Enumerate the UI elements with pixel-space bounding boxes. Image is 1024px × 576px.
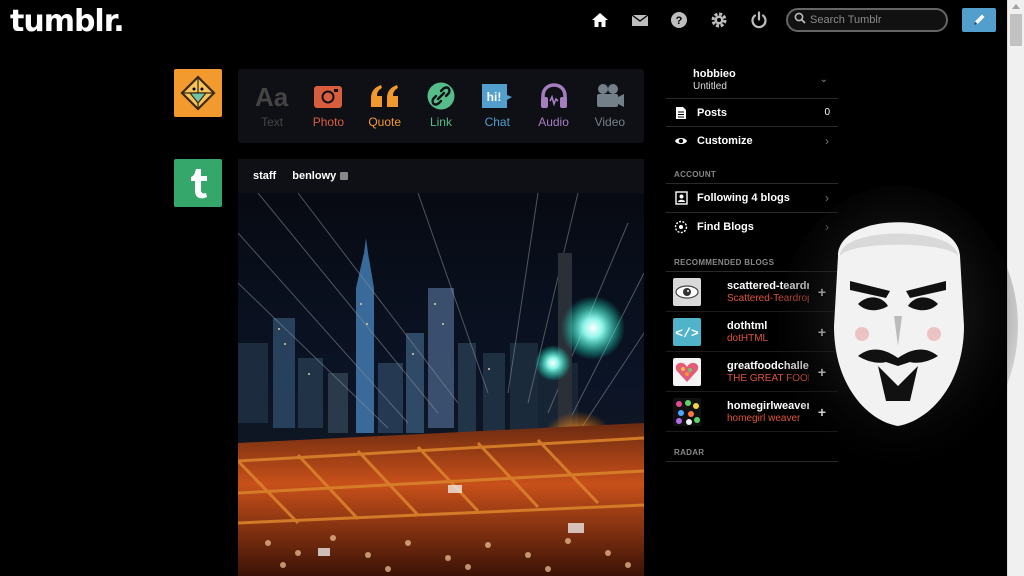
svg-text:Aa: Aa xyxy=(255,83,289,109)
quote-icon xyxy=(369,81,401,111)
power-icon[interactable] xyxy=(750,11,768,29)
blog-name[interactable]: homegirlweaver xyxy=(727,400,809,412)
sidebar-item-label: Customize xyxy=(697,134,753,147)
svg-text:</>: </> xyxy=(675,326,699,341)
help-icon[interactable]: ? xyxy=(670,11,688,29)
compose-button[interactable] xyxy=(962,8,996,32)
blog-name[interactable]: dothtml xyxy=(727,320,809,332)
user-avatar[interactable] xyxy=(174,69,222,117)
scroll-up-arrow[interactable] xyxy=(1012,4,1020,9)
reblog-icon xyxy=(340,172,349,180)
blog-title: dotHTML xyxy=(727,332,769,344)
svg-text:hi!: hi! xyxy=(487,90,502,104)
right-sidebar: hobbieo Untitled ⌄ Posts 0 Customize › A… xyxy=(666,62,838,462)
blog-title: homegirl weaver xyxy=(727,412,801,424)
chat-icon: hi! xyxy=(481,81,513,111)
reblog-source-link[interactable]: benlowy xyxy=(292,170,336,182)
blog-title: Untitled xyxy=(693,81,727,92)
post-type-bar: Aa Text Photo Quote Link hi! Chat Audio xyxy=(238,69,644,143)
chevron-right-icon: › xyxy=(825,191,829,205)
blog-title: Scattered-Teardrops xyxy=(727,292,809,304)
blog-avatar[interactable] xyxy=(673,397,701,426)
video-camera-icon xyxy=(595,81,625,111)
search-input[interactable] xyxy=(810,14,940,26)
post-type-video[interactable]: Video xyxy=(582,81,638,143)
blog-name: hobbieo xyxy=(693,68,736,80)
page-scrollbar[interactable] xyxy=(1007,0,1024,576)
search-box[interactable] xyxy=(786,8,948,32)
post-type-text[interactable]: Aa Text xyxy=(244,81,300,143)
recommended-heading: RECOMMENDED BLOGS xyxy=(666,240,838,272)
recommended-blog[interactable]: </> dothtml dotHTML + xyxy=(666,312,838,352)
sidebar-item-find-blogs[interactable]: Find Blogs › xyxy=(666,212,838,240)
staff-avatar[interactable] xyxy=(174,159,222,207)
blog-avatar[interactable] xyxy=(673,277,701,306)
blog-name[interactable]: greatfoodchallenge xyxy=(727,360,809,372)
document-icon xyxy=(674,106,688,120)
camera-icon xyxy=(313,81,343,111)
tumblr-logo[interactable]: tumblr. xyxy=(10,4,125,39)
follow-plus-icon[interactable]: + xyxy=(818,324,826,340)
chevron-down-icon: ⌄ xyxy=(819,74,828,85)
post-author-link[interactable]: staff xyxy=(253,170,276,182)
text-icon: Aa xyxy=(255,81,289,111)
inbox-icon[interactable] xyxy=(631,11,649,29)
search-icon xyxy=(794,11,806,29)
blog-title: THE GREAT FOOD CHALLENGE xyxy=(727,372,809,384)
radar-heading: RADAR xyxy=(666,432,838,462)
post-type-audio[interactable]: Audio xyxy=(526,81,582,143)
post-type-photo[interactable]: Photo xyxy=(300,81,356,143)
post-type-quote[interactable]: Quote xyxy=(357,81,413,143)
scroll-thumb[interactable] xyxy=(1010,14,1022,46)
sidebar-item-label: Following 4 blogs xyxy=(697,192,790,204)
follow-plus-icon[interactable]: + xyxy=(818,364,826,380)
post-type-link[interactable]: Link xyxy=(413,81,469,143)
headphones-icon xyxy=(539,81,569,111)
link-icon xyxy=(427,81,455,111)
eye-icon xyxy=(674,134,688,148)
sidebar-item-label: Find Blogs xyxy=(697,220,754,233)
following-icon xyxy=(674,191,688,205)
home-icon[interactable] xyxy=(591,11,609,29)
chevron-right-icon: › xyxy=(825,219,829,234)
recommended-blog[interactable]: scattered-teardrops Scattered-Teardrops … xyxy=(666,272,838,312)
svg-text:?: ? xyxy=(676,15,683,27)
sidebar-item-posts[interactable]: Posts 0 xyxy=(666,98,838,126)
sidebar-item-customize[interactable]: Customize › xyxy=(666,126,838,154)
post-type-chat[interactable]: hi! Chat xyxy=(469,81,525,143)
blog-name[interactable]: scattered-teardrops xyxy=(727,280,809,292)
pencil-icon xyxy=(974,14,985,25)
recommended-blog[interactable]: greatfoodchallenge THE GREAT FOOD CHALLE… xyxy=(666,352,838,392)
settings-icon[interactable] xyxy=(710,11,728,29)
account-heading: ACCOUNT xyxy=(666,154,838,184)
sidebar-item-label: Posts xyxy=(697,106,727,119)
blog-avatar[interactable] xyxy=(673,357,701,386)
chevron-right-icon: › xyxy=(825,133,829,148)
recommended-blog[interactable]: homegirlweaver homegirl weaver + xyxy=(666,392,838,432)
follow-plus-icon[interactable]: + xyxy=(818,284,826,300)
posts-count: 0 xyxy=(824,107,830,118)
sidebar-item-following[interactable]: Following 4 blogs › xyxy=(666,184,838,212)
blog-avatar[interactable]: </> xyxy=(673,317,701,346)
blog-switcher[interactable]: hobbieo Untitled ⌄ xyxy=(666,62,838,98)
compass-icon xyxy=(674,220,688,234)
follow-plus-icon[interactable]: + xyxy=(818,404,826,420)
post-header: staff benlowy xyxy=(238,159,644,193)
post-photo[interactable] xyxy=(238,193,644,576)
